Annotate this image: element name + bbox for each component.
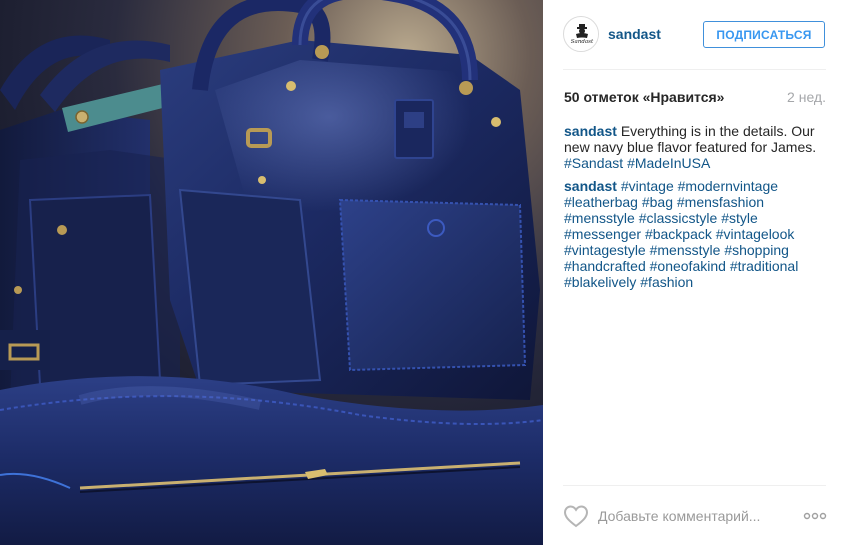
follow-button[interactable]: ПОДПИСАТЬСЯ — [703, 21, 825, 48]
hashtag-link[interactable]: #classicstyle — [639, 210, 718, 226]
hashtag-link[interactable]: #MadeInUSA — [627, 155, 710, 171]
post-meta: 50 отметок «Нравится» 2 нед. — [564, 89, 826, 107]
hashtag-link[interactable]: #shopping — [724, 242, 789, 258]
hashtag-link[interactable]: #style — [721, 210, 758, 226]
avatar[interactable]: Sandast — [563, 16, 599, 52]
hashtag-link[interactable]: #fashion — [640, 274, 693, 290]
hashtag-link[interactable]: #vintage — [621, 178, 674, 194]
post-author-link[interactable]: sandast — [608, 26, 661, 42]
hashtag-link[interactable]: #handcrafted — [564, 258, 646, 274]
hashtag-link[interactable]: #backpack — [645, 226, 712, 242]
hashtag-link[interactable]: #oneofakind — [650, 258, 726, 274]
hashtag-link[interactable]: #modernvintage — [678, 178, 778, 194]
post-photo-image — [0, 0, 543, 545]
svg-text:Sandast: Sandast — [571, 39, 594, 45]
post-photo[interactable] — [0, 0, 543, 545]
hashtag-link[interactable]: #Sandast — [564, 155, 623, 171]
comment-author[interactable]: sandast — [564, 178, 617, 194]
post-timestamp[interactable]: 2 нед. — [787, 89, 826, 105]
heart-icon[interactable] — [563, 504, 589, 528]
more-options-icon[interactable] — [803, 510, 827, 522]
caption-comment: sandast Everything is in the details. Ou… — [564, 123, 826, 171]
hashtag-link[interactable]: #vintagelook — [716, 226, 795, 242]
hashtag-link[interactable]: #mensfashion — [677, 194, 764, 210]
hashtag-link[interactable]: #bag — [642, 194, 673, 210]
hashtag-link[interactable]: #vintagestyle — [564, 242, 646, 258]
hashtag-link[interactable]: #blakelively — [564, 274, 636, 290]
avatar-logo-icon: Sandast — [565, 18, 598, 51]
hashtag-link[interactable]: #leatherbag — [564, 194, 638, 210]
hashtag-link[interactable]: #mensstyle — [650, 242, 721, 258]
hashtags-comment: sandast #vintage #modernvintage #leather… — [564, 178, 826, 290]
post-footer — [543, 485, 847, 545]
add-comment-input[interactable] — [598, 505, 798, 527]
hashtag-link[interactable]: #traditional — [730, 258, 799, 274]
hashtag-link[interactable]: #messenger — [564, 226, 641, 242]
hashtag-link[interactable]: #mensstyle — [564, 210, 635, 226]
post-details-panel: Sandast sandast ПОДПИСАТЬСЯ 50 отметок «… — [543, 0, 847, 545]
post-header: Sandast sandast ПОДПИСАТЬСЯ — [543, 0, 847, 70]
comment-author[interactable]: sandast — [564, 123, 617, 139]
header-divider — [563, 69, 826, 70]
likes-count[interactable]: 50 отметок «Нравится» — [564, 89, 724, 105]
